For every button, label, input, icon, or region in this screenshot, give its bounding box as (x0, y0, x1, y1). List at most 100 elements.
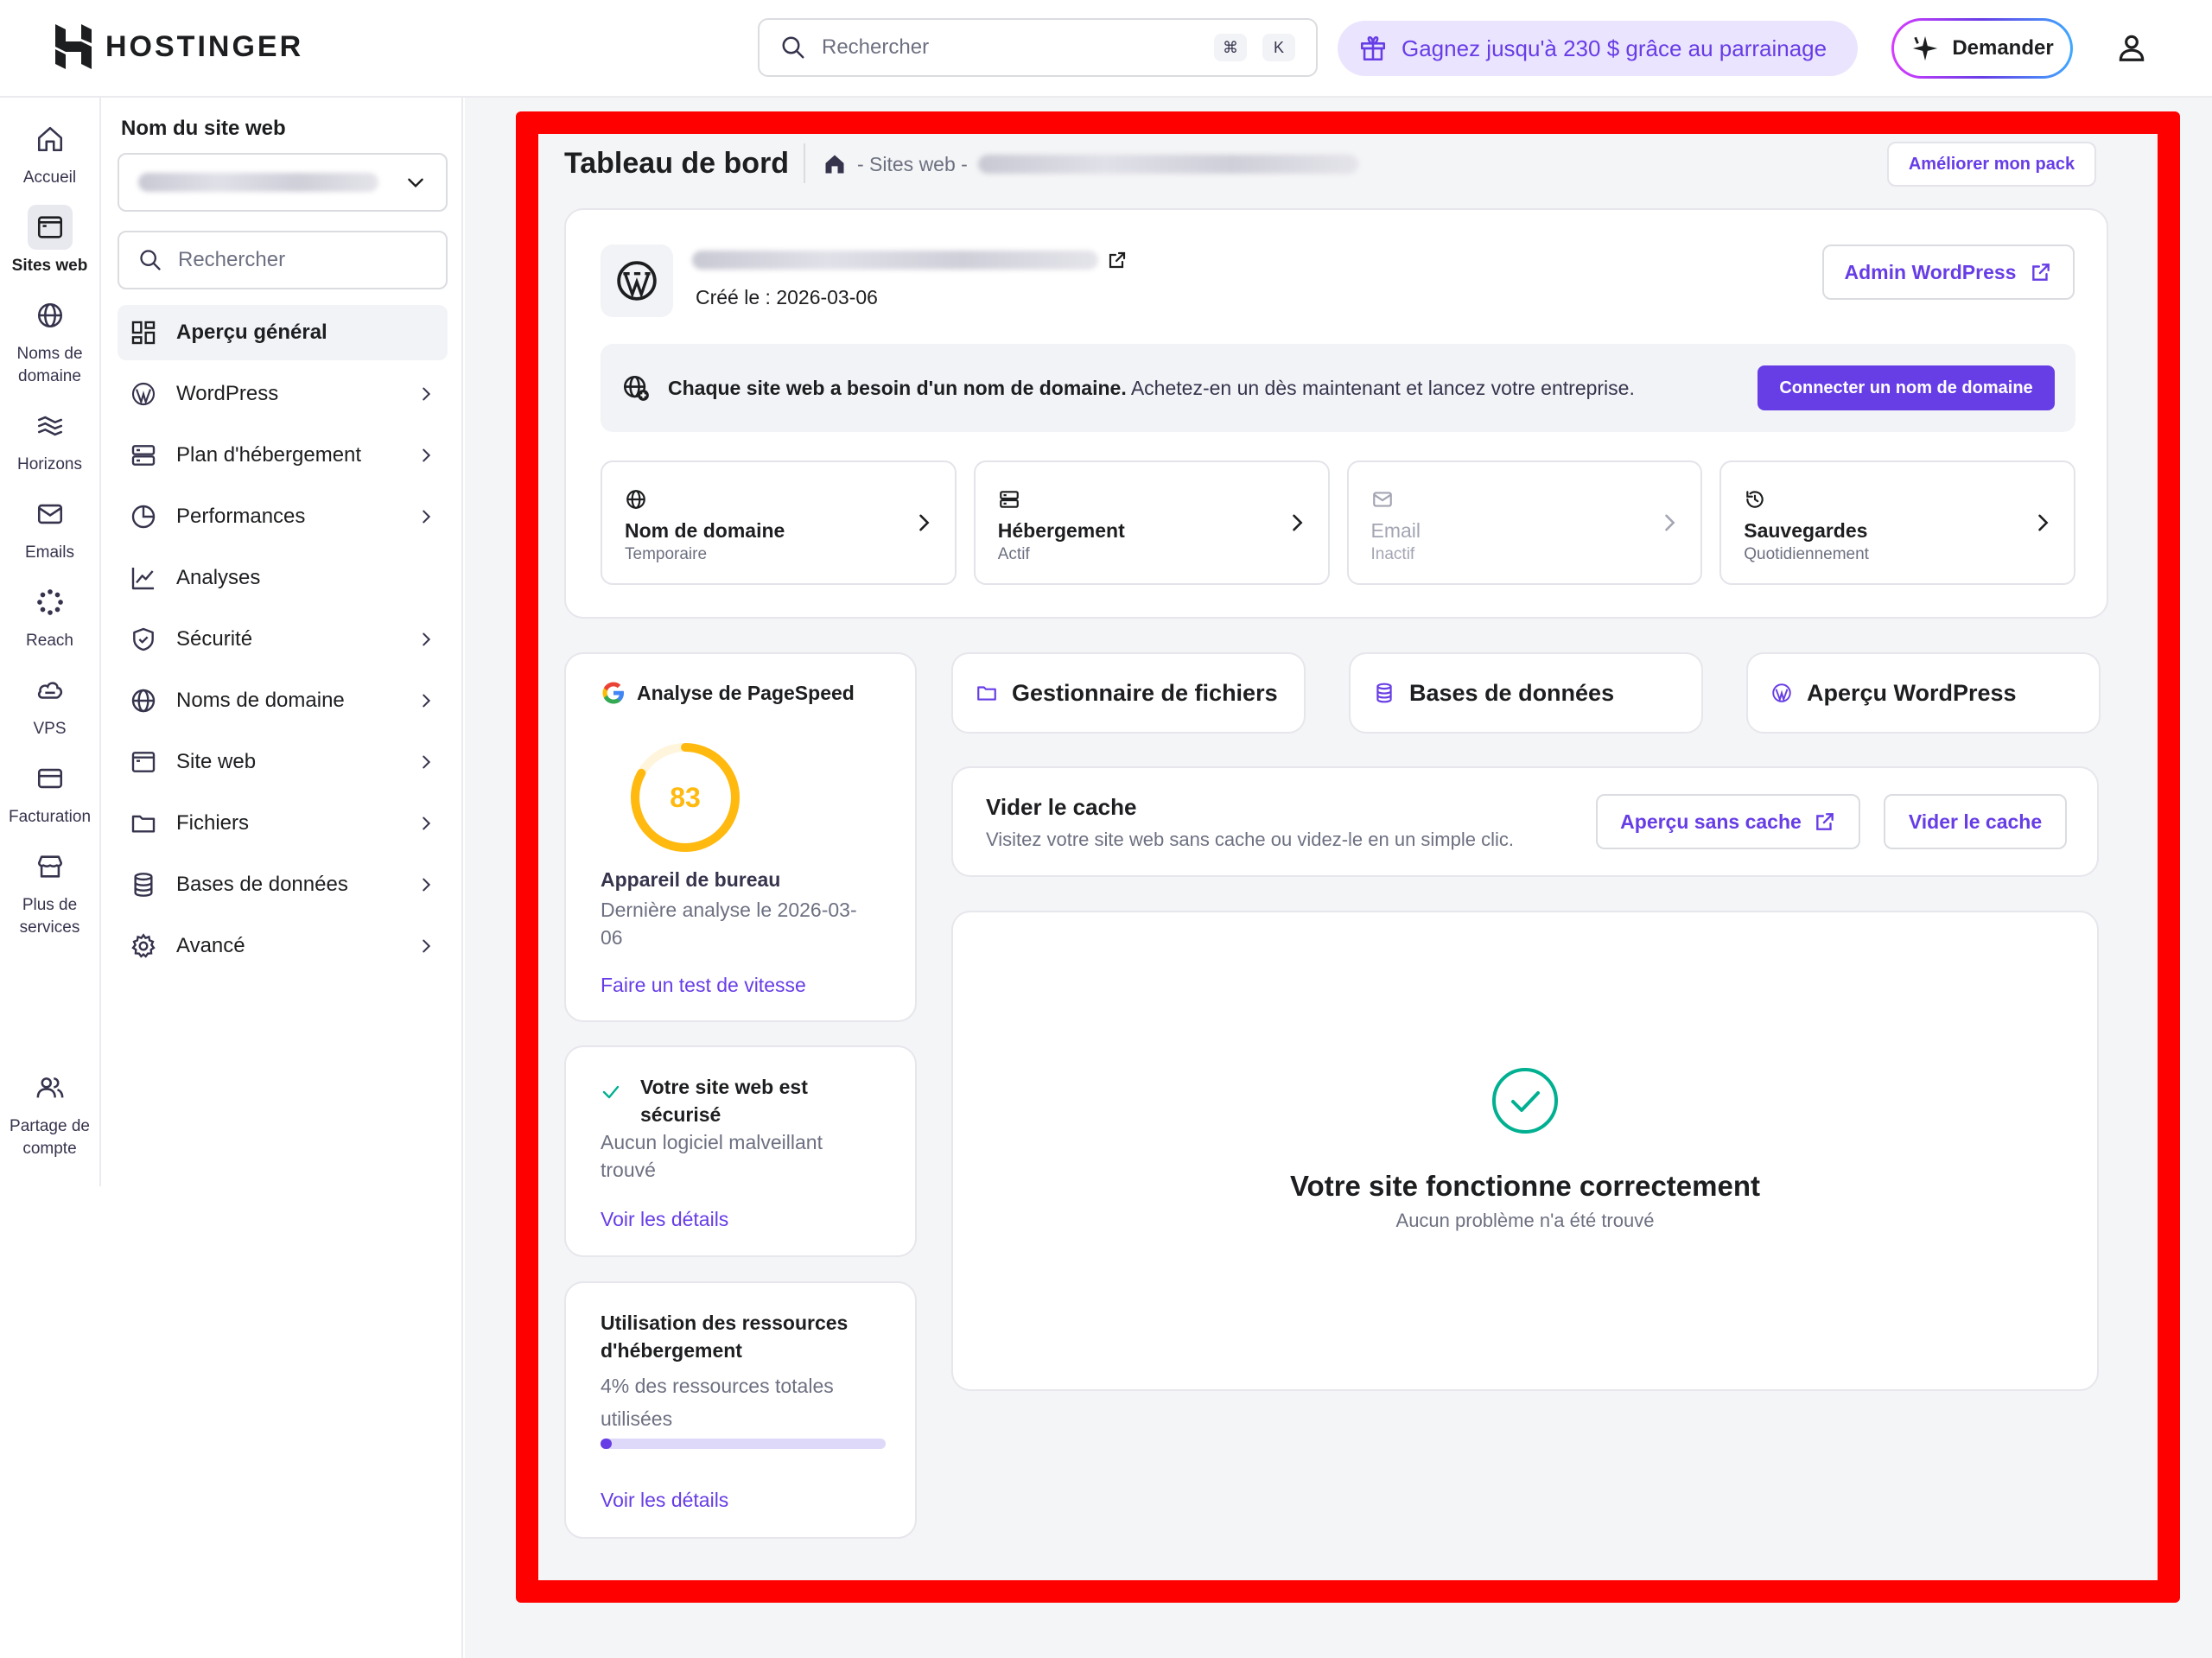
account-button[interactable] (2115, 31, 2148, 64)
sidebar-item-analytics[interactable]: Analyses (118, 550, 448, 606)
chevron-right-icon (423, 939, 431, 953)
home-icon[interactable] (823, 152, 847, 176)
preview-without-cache-button[interactable]: Aperçu sans cache (1596, 794, 1860, 849)
search-icon (782, 36, 804, 59)
hostinger-logo-icon (55, 24, 92, 69)
search-placeholder: Rechercher (822, 35, 930, 59)
site-health-title: Votre site fonctionne correctement (1289, 1170, 1760, 1202)
tile-domain-status: Temporaire (625, 545, 708, 563)
sidebar-item-performance[interactable]: Performances (118, 489, 448, 544)
tile-hosting-status: Actif (997, 545, 1030, 563)
upgrade-plan-button[interactable]: Améliorer mon pack (1887, 142, 2096, 187)
file-manager-button[interactable]: Gestionnaire de fichiers (951, 652, 1306, 734)
rail-item-home[interactable]: Accueil (0, 117, 99, 189)
dashboard-icon (131, 321, 156, 345)
mail-icon (1372, 492, 1392, 507)
cache-card: Vider le cache Visitez votre site web sa… (951, 766, 2099, 877)
resource-details-link[interactable]: Voir les détails (601, 1489, 728, 1512)
ask-ai-label: Demander (1952, 36, 2054, 60)
chevron-right-icon (918, 514, 930, 531)
chevron-down-icon (408, 178, 423, 188)
rail-item-billing[interactable]: Facturation (0, 756, 99, 829)
wordpress-admin-label: Admin WordPress (1844, 260, 2017, 283)
rail-item-more-services[interactable]: Plus de services (0, 844, 99, 939)
domain-notice-body: Achetez-en un dès maintenant et lancez v… (1130, 376, 1635, 399)
wordpress-icon (1772, 683, 1791, 702)
rail-item-websites[interactable]: Sites web (0, 205, 99, 277)
chevron-right-icon (423, 878, 431, 892)
pagespeed-last-run: Dernière analyse le 2026-03-06 (601, 899, 857, 949)
chevron-right-icon (1665, 514, 1675, 531)
pagespeed-device: Appareil de bureau (601, 868, 781, 891)
ask-ai-button[interactable]: Demander (1891, 18, 2073, 79)
folder-icon (977, 686, 996, 701)
sidebar-search-input[interactable]: Rechercher (118, 231, 448, 289)
site-health-subtitle: Aucun problème n'a été trouvé (1395, 1210, 1655, 1231)
globe-icon (37, 302, 62, 328)
run-speed-test-link[interactable]: Faire un test de vitesse (601, 974, 806, 997)
chevron-right-icon (2038, 514, 2049, 531)
wordpress-logo (601, 245, 673, 317)
redacted-site-url (692, 251, 1098, 270)
rail-item-vps[interactable]: VPS (0, 668, 99, 740)
tile-domain[interactable]: Nom de domaine Temporaire (601, 461, 957, 585)
brand-name: HOSTINGER (105, 29, 304, 63)
sidebar-item-overview[interactable]: Aperçu général (118, 305, 448, 360)
sidebar-item-advanced[interactable]: Avancé (118, 918, 448, 974)
external-link-icon (1109, 251, 1126, 269)
rail-item-account-sharing[interactable]: Partage de compte (0, 1065, 99, 1160)
sidebar-item-domains[interactable]: Noms de domaine (118, 673, 448, 728)
tile-email[interactable]: Email Inactif (1346, 461, 1703, 585)
top-bar: HOSTINGER Rechercher ⌘ K Gagnez jusqu'à … (0, 0, 2212, 98)
sidebar-item-website[interactable]: Site web (118, 734, 448, 790)
tile-hosting-title: Hébergement (997, 519, 1125, 542)
database-icon (134, 873, 153, 897)
databases-button[interactable]: Bases de données (1349, 652, 1703, 734)
breadcrumb-divider (804, 143, 805, 183)
domain-notice-bold: Chaque site web a besoin d'un nom de dom… (668, 376, 1127, 399)
external-link-icon (1815, 813, 1834, 830)
resource-usage-title: Utilisation des ressources d'hébergement (601, 1312, 849, 1362)
referral-banner-button[interactable]: Gagnez jusqu'à 230 $ grâce au parrainage (1338, 21, 1858, 76)
cloud-icon (37, 682, 62, 699)
clear-cache-button[interactable]: Vider le cache (1884, 794, 2067, 849)
sidebar-item-databases[interactable]: Bases de données (118, 857, 448, 912)
website-selector[interactable] (118, 153, 448, 212)
security-details-link[interactable]: Voir les détails (601, 1208, 728, 1231)
mail-icon (37, 504, 62, 524)
search-icon (140, 250, 161, 270)
chevron-right-icon (423, 816, 431, 830)
sidebar-item-hosting-plan[interactable]: Plan d'hébergement (118, 428, 448, 483)
wordpress-admin-button[interactable]: Admin WordPress (1822, 245, 2075, 300)
shortcut-cmd-key: ⌘ (1214, 34, 1247, 61)
sidebar-item-security[interactable]: Sécurité (118, 612, 448, 667)
site-status-tiles: Nom de domaine Temporaire Hébergement Ac… (601, 461, 2075, 585)
users-icon (36, 1077, 63, 1098)
history-icon (1746, 491, 1764, 508)
domain-notice-text: Chaque site web a besoin d'un nom de dom… (668, 377, 1635, 400)
sidebar-menu: Aperçu général WordPress Plan d'hébergem… (118, 305, 448, 980)
cache-title: Vider le cache (986, 794, 1137, 820)
chevron-right-icon (423, 510, 431, 524)
global-search-input[interactable]: Rechercher ⌘ K (758, 18, 1318, 77)
rail-item-emails[interactable]: Emails (0, 492, 99, 564)
trend-icon (131, 568, 154, 590)
reach-icon (36, 589, 63, 615)
tile-hosting[interactable]: Hébergement Actif (973, 461, 1330, 585)
connect-domain-button[interactable]: Connecter un nom de domaine (1758, 365, 2055, 410)
sidebar-item-wordpress[interactable]: WordPress (118, 366, 448, 422)
pie-chart-icon (131, 505, 156, 529)
rail-item-horizons[interactable]: Horizons (0, 403, 99, 476)
tile-backups-title: Sauvegardes (1744, 519, 1868, 542)
breadcrumb-websites[interactable]: - Sites web - (857, 153, 968, 176)
rail-item-reach[interactable]: Reach (0, 580, 99, 652)
sidebar-item-files[interactable]: Fichiers (118, 796, 448, 851)
gift-icon (1360, 35, 1386, 61)
wordpress-overview-button[interactable]: Aperçu WordPress (1746, 652, 2101, 734)
redacted-site-name (138, 173, 378, 192)
hostinger-logo[interactable]: HOSTINGER (54, 24, 303, 69)
site-url-link[interactable] (692, 250, 1128, 270)
rail-item-domains[interactable]: Noms de domaine (0, 293, 99, 388)
tile-backups[interactable]: Sauvegardes Quotidiennement (1719, 461, 2075, 585)
horizons-icon (37, 416, 62, 436)
